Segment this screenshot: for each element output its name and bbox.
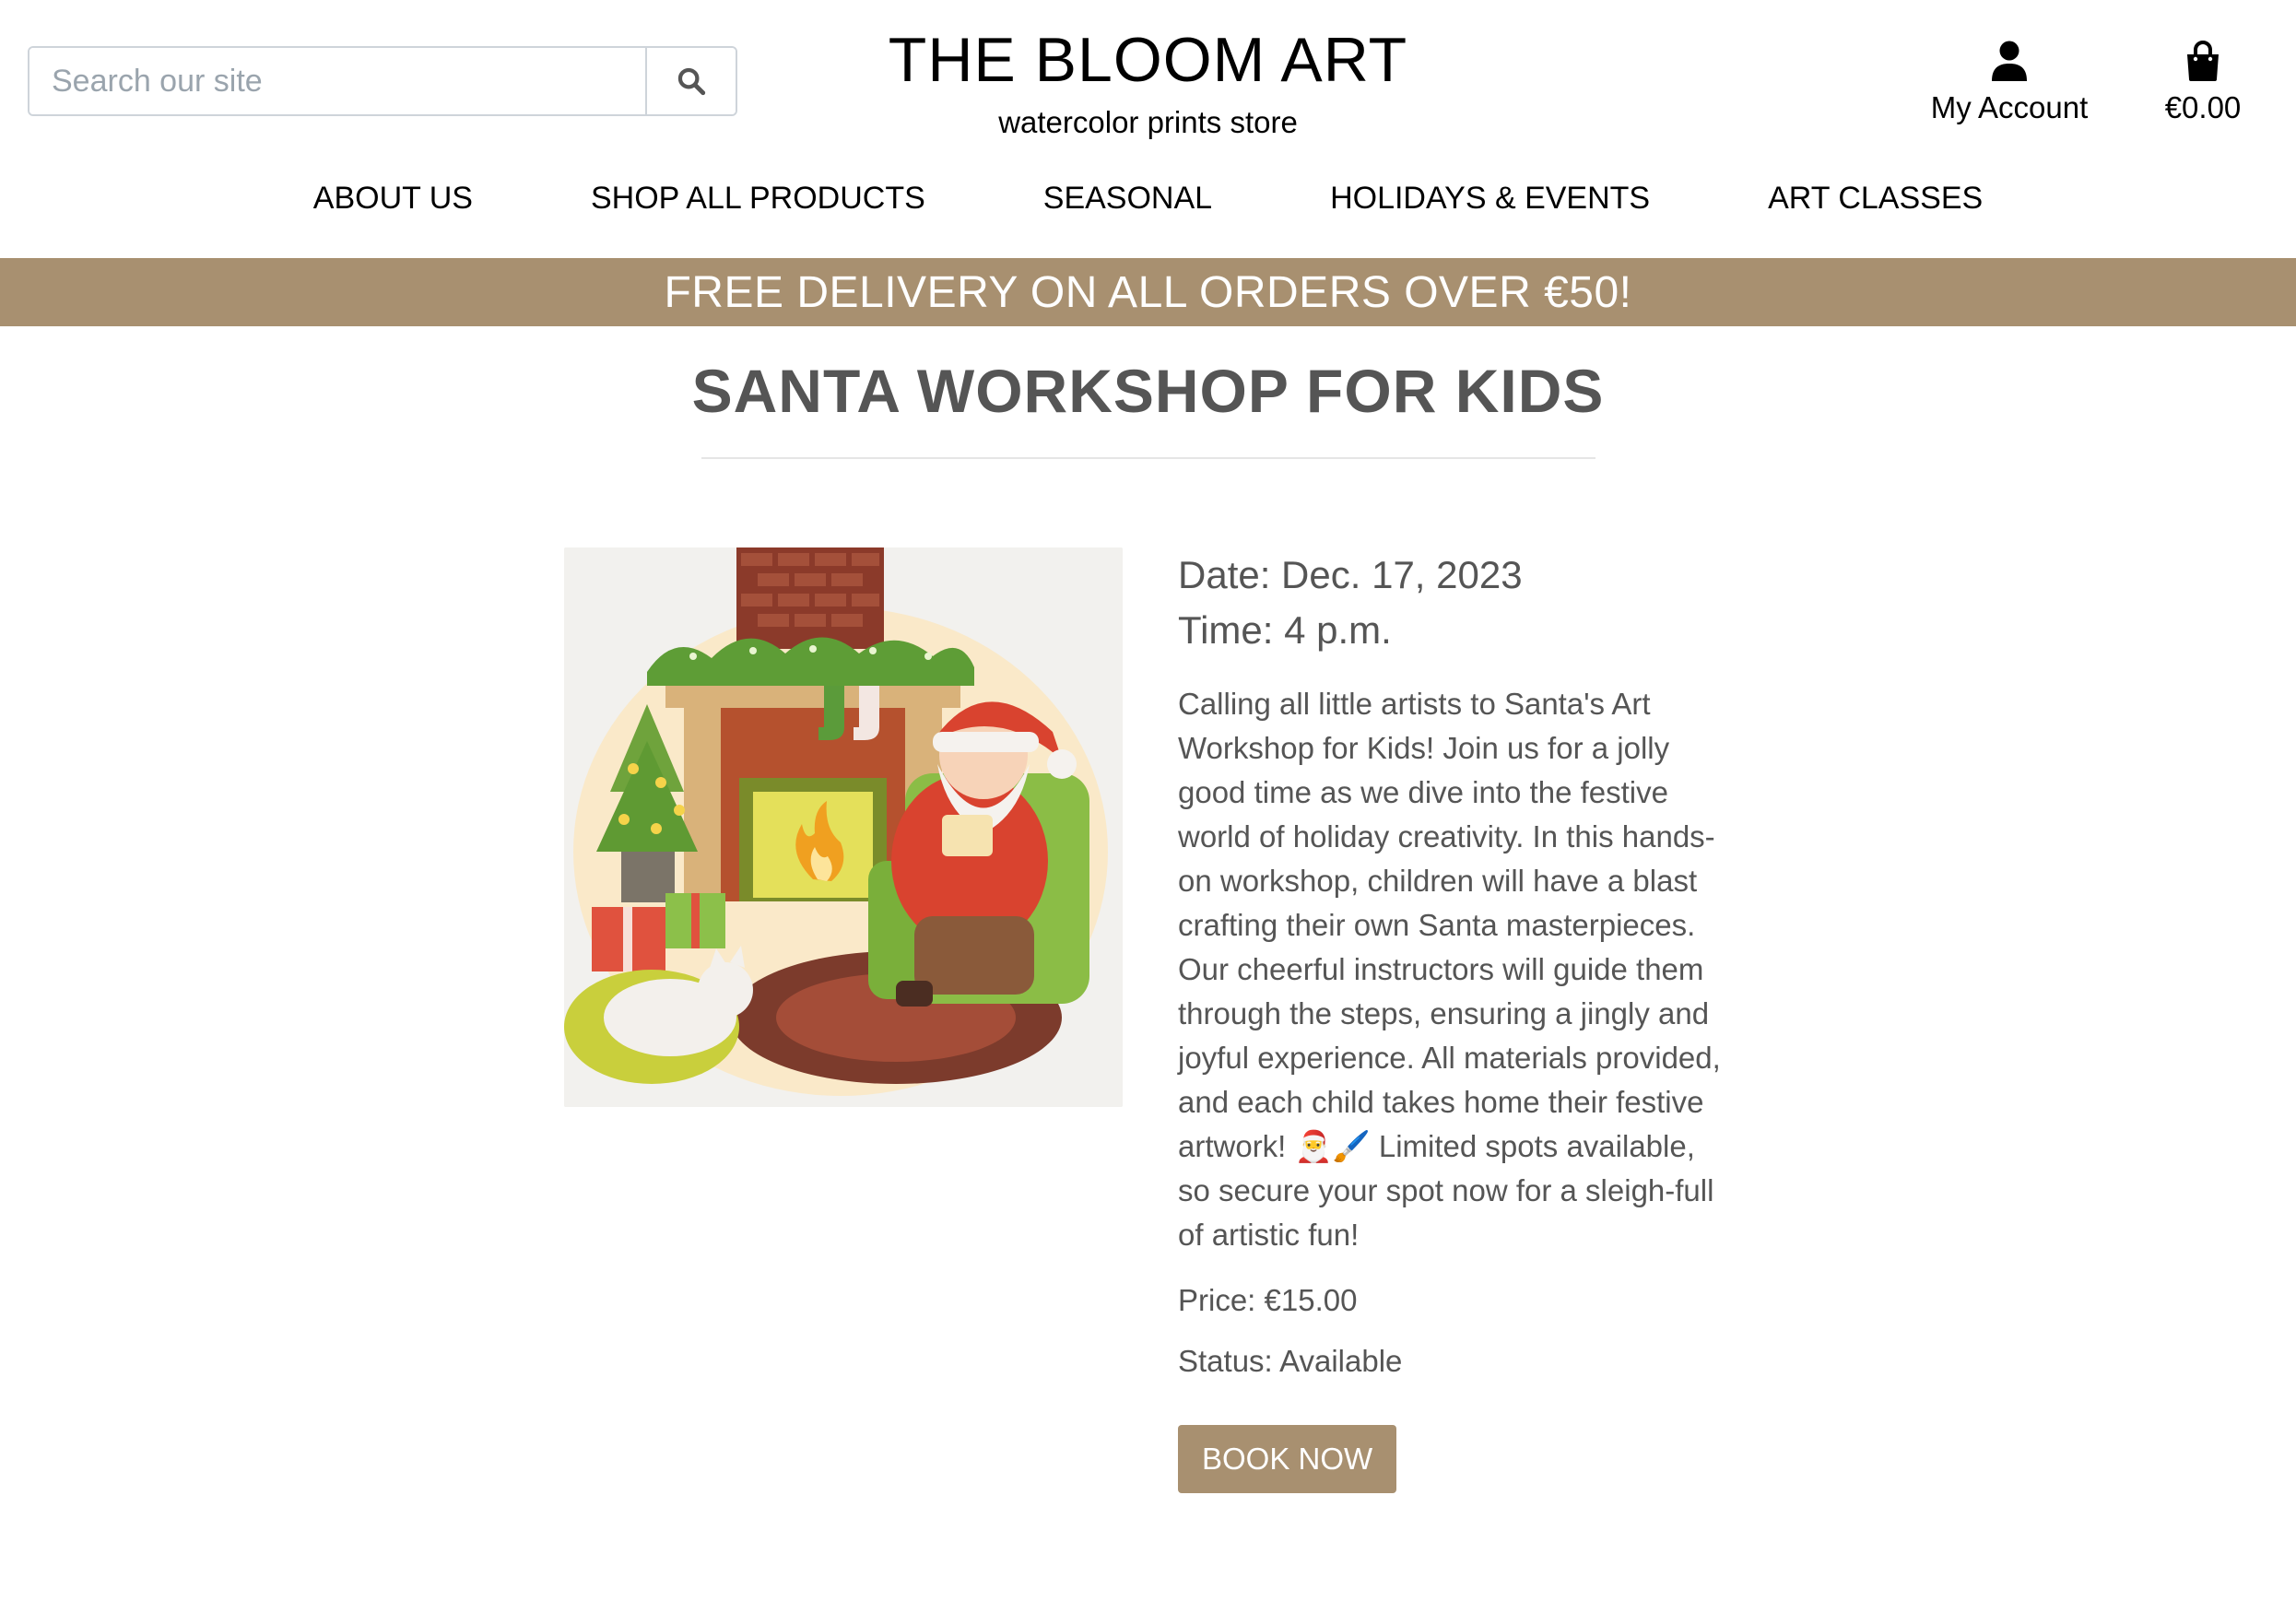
workshop-details: Date: Dec. 17, 2023 Time: 4 p.m. Calling… — [1178, 547, 1731, 1493]
nav-seasonal[interactable]: SEASONAL — [1043, 181, 1212, 217]
nav-shop-all-products[interactable]: SHOP ALL PRODUCTS — [591, 181, 925, 217]
workshop-detail: Date: Dec. 17, 2023 Time: 4 p.m. Calling… — [564, 547, 1731, 1493]
workshop-image — [564, 547, 1123, 1107]
search-button[interactable] — [645, 48, 736, 114]
workshop-date: Date: Dec. 17, 2023 — [1178, 553, 1523, 596]
delivery-banner: FREE DELIVERY ON ALL ORDERS OVER €50! — [0, 258, 2296, 326]
shopping-bag-icon — [2187, 41, 2219, 81]
search-icon — [677, 67, 706, 96]
workshop-description: Calling all little artists to Santa's Ar… — [1178, 687, 1721, 1252]
nav-art-classes[interactable]: ART CLASSES — [1768, 181, 1983, 217]
user-icon — [1992, 41, 2027, 81]
cart-total: €0.00 — [2164, 90, 2242, 124]
main-nav: ABOUT US SHOP ALL PRODUCTS SEASONAL HOLI… — [0, 181, 2296, 217]
site-header: THE BLOOM ART watercolor prints store My… — [0, 0, 2296, 258]
workshop-price: Price: €15.00 — [1178, 1283, 1358, 1317]
workshop-status: Status: Available — [1178, 1344, 1403, 1378]
my-account-link[interactable]: My Account — [1926, 35, 2092, 125]
page-title: SANTA WORKSHOP FOR KIDS — [691, 357, 1605, 425]
nav-holidays-events[interactable]: HOLIDAYS & EVENTS — [1330, 181, 1650, 217]
cart-link[interactable]: €0.00 — [2157, 35, 2249, 125]
search-form — [28, 46, 737, 116]
workshop-time: Time: 4 p.m. — [1178, 608, 1392, 652]
my-account-label: My Account — [1930, 90, 2089, 124]
title-divider — [701, 457, 1595, 459]
search-input[interactable] — [29, 48, 645, 114]
nav-about-us[interactable]: ABOUT US — [313, 181, 473, 217]
book-now-button[interactable]: BOOK NOW — [1178, 1425, 1397, 1493]
